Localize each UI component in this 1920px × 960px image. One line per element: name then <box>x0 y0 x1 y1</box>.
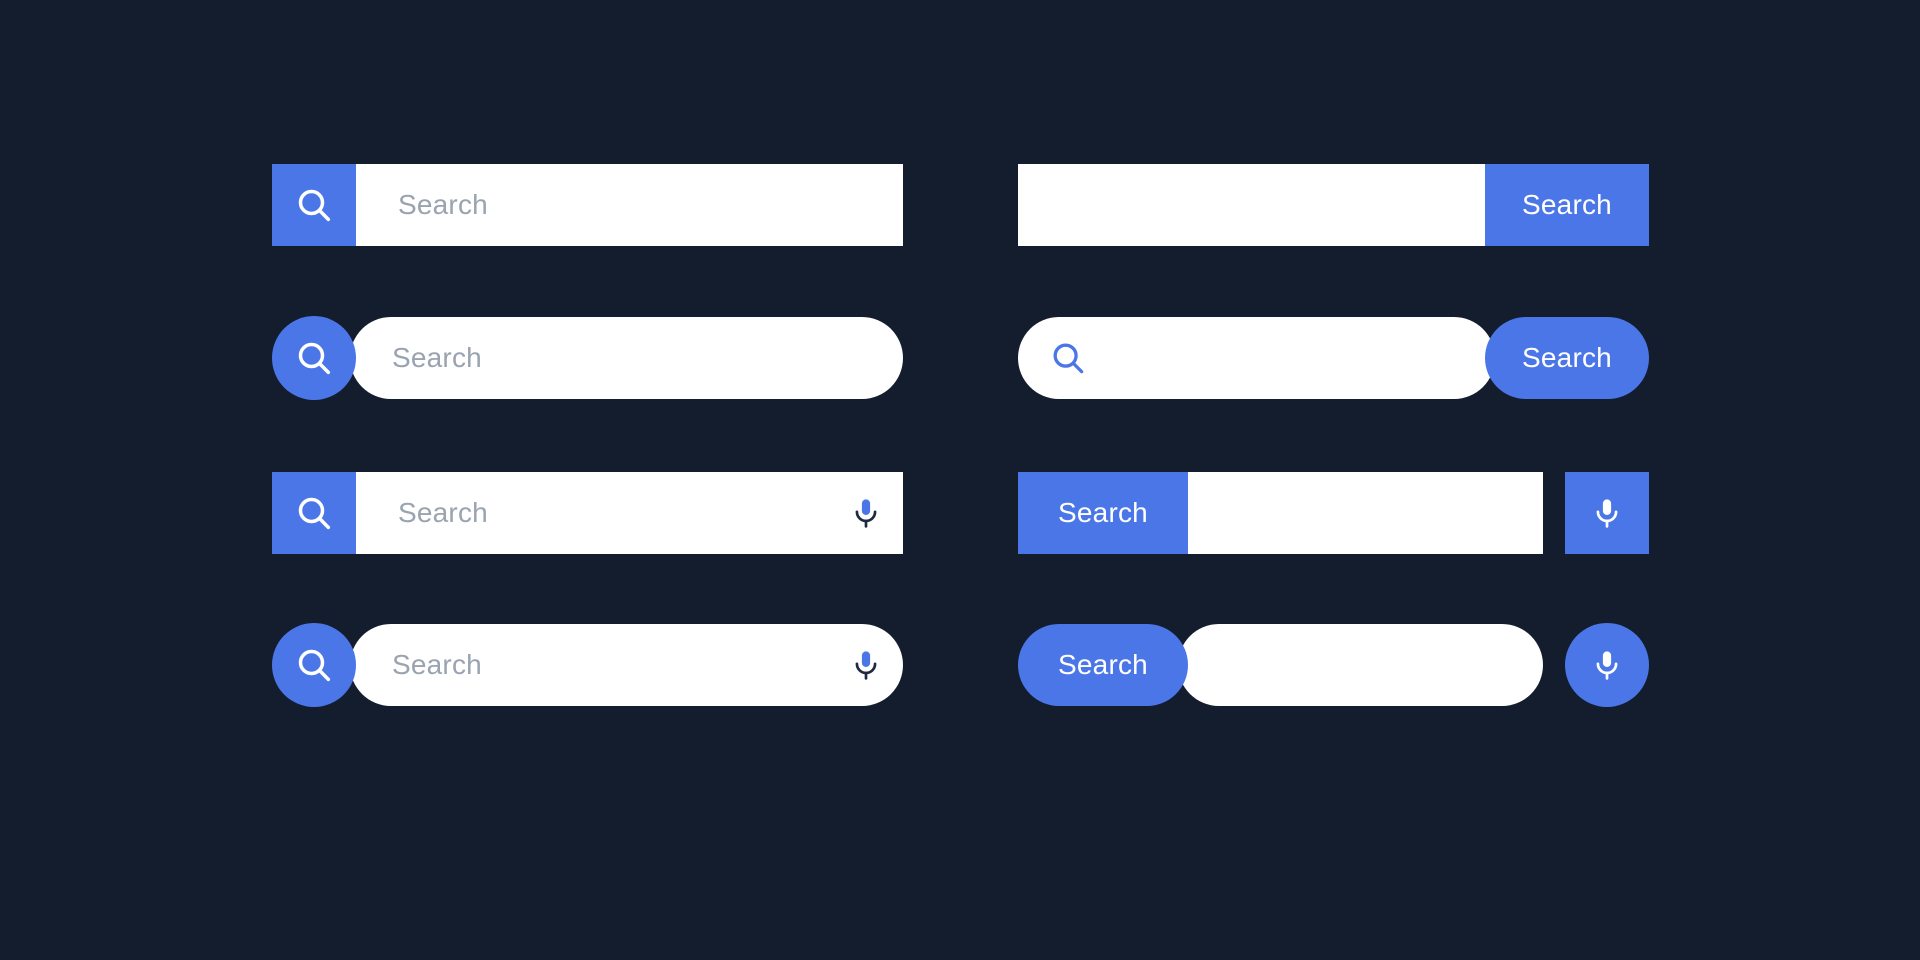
search-input-field[interactable]: Search <box>356 164 903 246</box>
search-button[interactable]: Search <box>1018 472 1188 554</box>
search-icon <box>298 649 331 682</box>
search-bar-variant-4[interactable]: Search <box>1018 317 1649 399</box>
search-bar-variant-7[interactable]: Search <box>272 623 903 707</box>
search-input-field[interactable] <box>1018 164 1485 246</box>
search-input-placeholder: Search <box>392 342 482 373</box>
search-input-field[interactable] <box>1018 317 1495 399</box>
search-icon <box>298 342 331 375</box>
search-icon-button[interactable] <box>272 316 356 400</box>
microphone-icon <box>1596 499 1618 528</box>
search-icon-button[interactable] <box>272 164 356 246</box>
search-button[interactable]: Search <box>1018 624 1188 706</box>
search-bar-variant-5[interactable]: Search <box>272 472 903 554</box>
search-bar-variant-2[interactable]: Search <box>1018 164 1649 246</box>
search-input-field[interactable] <box>1188 472 1543 554</box>
search-bar-variant-3[interactable]: Search <box>272 316 903 400</box>
search-bar-variant-8[interactable]: Search <box>1018 623 1649 707</box>
microphone-icon <box>855 499 877 528</box>
search-icon <box>298 189 331 222</box>
search-input-placeholder: Search <box>398 189 488 220</box>
microphone-icon <box>1596 651 1618 680</box>
search-input-field[interactable]: Search <box>356 472 903 554</box>
voice-search-button[interactable] <box>829 496 903 530</box>
search-input-placeholder: Search <box>398 497 488 528</box>
search-input-field[interactable]: Search <box>350 317 903 399</box>
canvas: Search Search Search Search Search Searc… <box>0 0 1920 960</box>
search-button[interactable]: Search <box>1485 164 1649 246</box>
search-bar-variant-1[interactable]: Search <box>272 164 903 246</box>
search-bar-variant-6[interactable]: Search <box>1018 472 1649 554</box>
voice-search-button[interactable] <box>829 648 903 682</box>
search-input-field[interactable]: Search <box>350 624 903 706</box>
search-input-field[interactable] <box>1178 624 1543 706</box>
search-icon-button[interactable] <box>272 472 356 554</box>
search-icon-button[interactable] <box>272 623 356 707</box>
search-icon <box>1053 343 1084 374</box>
voice-search-button[interactable] <box>1565 623 1649 707</box>
search-icon <box>298 497 331 530</box>
search-input-placeholder: Search <box>392 649 482 680</box>
microphone-icon <box>855 651 877 680</box>
search-button[interactable]: Search <box>1485 317 1649 399</box>
search-icon-indicator <box>1018 339 1106 377</box>
voice-search-button[interactable] <box>1565 472 1649 554</box>
